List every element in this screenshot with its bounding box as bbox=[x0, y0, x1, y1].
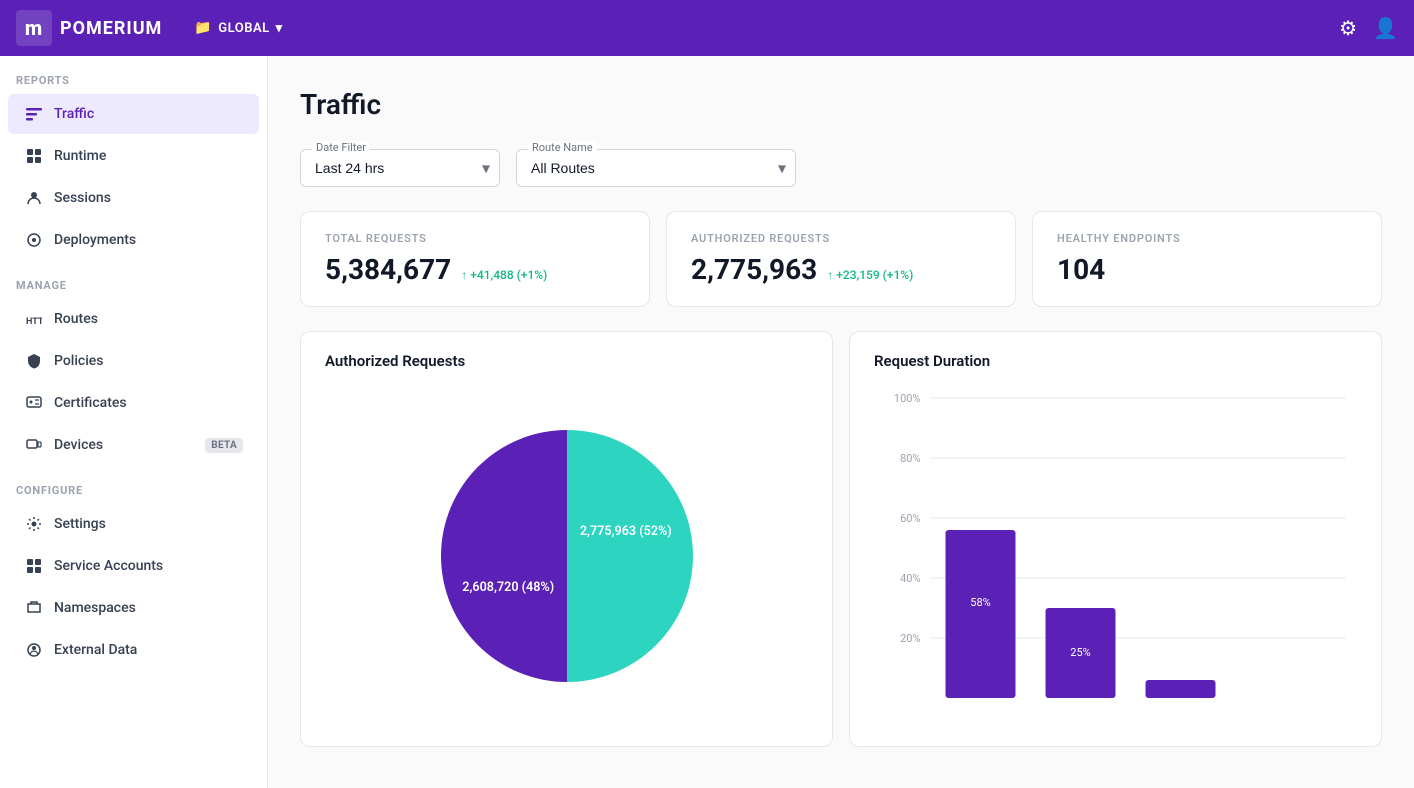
bar-chart-title: Request Duration bbox=[874, 352, 1357, 370]
svg-text:2,608,720 (48%): 2,608,720 (48%) bbox=[462, 580, 554, 595]
stat-card-authorized-requests: AUTHORIZED REQUESTS 2,775,963 ↑ +23,159 … bbox=[666, 211, 1016, 307]
external-data-icon bbox=[24, 640, 44, 660]
svg-text:58%: 58% bbox=[970, 596, 990, 609]
namespaces-icon bbox=[24, 598, 44, 618]
sidebar-item-namespaces[interactable]: Namespaces bbox=[8, 588, 259, 628]
sidebar-item-certificates-label: Certificates bbox=[54, 395, 127, 411]
logo-icon: m bbox=[16, 10, 52, 46]
nav-actions: ⚙ 👤 bbox=[1339, 16, 1398, 41]
svg-text:100%: 100% bbox=[894, 392, 921, 405]
pie-chart-container: 2,608,720 (48%) 2,775,963 (52%) bbox=[325, 386, 808, 726]
devices-beta-badge: BETA bbox=[205, 438, 243, 453]
sessions-icon bbox=[24, 188, 44, 208]
topnav: m POMERIUM 📁 GLOBAL ▾ ⚙ 👤 bbox=[0, 0, 1414, 56]
stats-row: TOTAL REQUESTS 5,384,677 ↑ +41,488 (+1%)… bbox=[300, 211, 1382, 307]
certificates-icon bbox=[24, 393, 44, 413]
configure-section-label: CONFIGURE bbox=[0, 466, 267, 503]
request-duration-chart: Request Duration 100% 80% 60% 40% 20% bbox=[849, 331, 1382, 747]
sidebar-item-settings[interactable]: Settings bbox=[8, 504, 259, 544]
sidebar-item-devices-label: Devices bbox=[54, 437, 103, 453]
svg-text:80%: 80% bbox=[900, 452, 920, 465]
stat-card-total-requests: TOTAL REQUESTS 5,384,677 ↑ +41,488 (+1%) bbox=[300, 211, 650, 307]
healthy-endpoints-value: 104 bbox=[1057, 253, 1357, 286]
user-button[interactable]: 👤 bbox=[1373, 16, 1398, 41]
global-selector[interactable]: 📁 GLOBAL ▾ bbox=[194, 20, 282, 36]
reports-section-label: REPORTS bbox=[0, 56, 267, 93]
sidebar-item-runtime[interactable]: Runtime bbox=[8, 136, 259, 176]
sidebar-item-service-accounts[interactable]: Service Accounts bbox=[8, 546, 259, 586]
sidebar-item-service-accounts-label: Service Accounts bbox=[54, 558, 163, 574]
sidebar-item-devices[interactable]: Devices BETA bbox=[8, 425, 259, 465]
svg-text:HTTP: HTTP bbox=[26, 317, 42, 327]
sidebar-item-routes[interactable]: HTTP Routes bbox=[8, 299, 259, 339]
date-filter-label: Date Filter bbox=[312, 141, 370, 154]
runtime-icon bbox=[24, 146, 44, 166]
authorized-requests-delta: ↑ +23,159 (+1%) bbox=[827, 268, 913, 282]
sidebar-item-sessions-label: Sessions bbox=[54, 190, 111, 206]
logo-text: POMERIUM bbox=[60, 18, 162, 39]
settings-nav-icon bbox=[24, 514, 44, 534]
main-content: Traffic Date Filter Last 24 hrs Last 7 d… bbox=[268, 56, 1414, 788]
folder-icon: 📁 bbox=[194, 20, 212, 36]
settings-button[interactable]: ⚙ bbox=[1339, 16, 1357, 41]
policies-icon bbox=[24, 351, 44, 371]
total-requests-label: TOTAL REQUESTS bbox=[325, 232, 625, 245]
svg-text:20%: 20% bbox=[900, 632, 920, 645]
route-filter-label: Route Name bbox=[528, 141, 597, 154]
page-title: Traffic bbox=[300, 88, 1382, 121]
charts-row: Authorized Requests 2,608,720 (48%) 2,77… bbox=[300, 331, 1382, 747]
bar-chart-svg: 100% 80% 60% 40% 20% 58% bbox=[874, 386, 1357, 706]
sidebar-item-traffic[interactable]: Traffic bbox=[8, 94, 259, 134]
logo: m POMERIUM bbox=[16, 10, 162, 46]
sidebar: REPORTS Traffic Runtime Sessions bbox=[0, 56, 268, 788]
pie-chart-svg: 2,608,720 (48%) 2,775,963 (52%) bbox=[427, 416, 707, 696]
sidebar-item-settings-label: Settings bbox=[54, 516, 106, 532]
route-filter-wrap: Route Name All Routes ▾ bbox=[516, 149, 796, 187]
sidebar-item-external-data-label: External Data bbox=[54, 642, 137, 658]
sidebar-item-deployments-label: Deployments bbox=[54, 232, 136, 248]
authorized-requests-chart: Authorized Requests 2,608,720 (48%) 2,77… bbox=[300, 331, 833, 747]
authorized-requests-value: 2,775,963 ↑ +23,159 (+1%) bbox=[691, 253, 991, 286]
chevron-down-icon: ▾ bbox=[276, 21, 283, 36]
sidebar-item-deployments[interactable]: Deployments bbox=[8, 220, 259, 260]
svg-text:m: m bbox=[25, 16, 43, 40]
sidebar-item-runtime-label: Runtime bbox=[54, 148, 106, 164]
bar-chart-container: 100% 80% 60% 40% 20% 58% bbox=[874, 386, 1357, 726]
sidebar-item-sessions[interactable]: Sessions bbox=[8, 178, 259, 218]
routes-icon: HTTP bbox=[24, 309, 44, 329]
svg-text:60%: 60% bbox=[900, 512, 920, 525]
route-filter-select[interactable]: All Routes bbox=[516, 149, 796, 187]
sidebar-item-policies[interactable]: Policies bbox=[8, 341, 259, 381]
deployments-icon bbox=[24, 230, 44, 250]
global-label: GLOBAL bbox=[218, 21, 269, 36]
pie-chart-title: Authorized Requests bbox=[325, 352, 808, 370]
date-filter-select[interactable]: Last 24 hrs Last 7 days Last 30 days bbox=[300, 149, 500, 187]
stat-card-healthy-endpoints: HEALTHY ENDPOINTS 104 bbox=[1032, 211, 1382, 307]
sidebar-item-namespaces-label: Namespaces bbox=[54, 600, 136, 616]
traffic-icon bbox=[24, 104, 44, 124]
authorized-requests-label: AUTHORIZED REQUESTS bbox=[691, 232, 991, 245]
svg-text:2,775,963 (52%): 2,775,963 (52%) bbox=[579, 524, 671, 539]
filters-row: Date Filter Last 24 hrs Last 7 days Last… bbox=[300, 149, 1382, 187]
devices-icon bbox=[24, 435, 44, 455]
svg-text:40%: 40% bbox=[900, 572, 920, 585]
sidebar-item-certificates[interactable]: Certificates bbox=[8, 383, 259, 423]
sidebar-item-traffic-label: Traffic bbox=[54, 106, 94, 122]
svg-text:25%: 25% bbox=[1070, 646, 1090, 659]
sidebar-item-external-data[interactable]: External Data bbox=[8, 630, 259, 670]
date-filter-wrap: Date Filter Last 24 hrs Last 7 days Last… bbox=[300, 149, 500, 187]
sidebar-item-routes-label: Routes bbox=[54, 311, 98, 327]
app-body: REPORTS Traffic Runtime Sessions bbox=[0, 56, 1414, 788]
manage-section-label: MANAGE bbox=[0, 261, 267, 298]
service-accounts-icon bbox=[24, 556, 44, 576]
sidebar-item-policies-label: Policies bbox=[54, 353, 104, 369]
total-requests-delta: ↑ +41,488 (+1%) bbox=[461, 268, 547, 282]
healthy-endpoints-label: HEALTHY ENDPOINTS bbox=[1057, 232, 1357, 245]
total-requests-value: 5,384,677 ↑ +41,488 (+1%) bbox=[325, 253, 625, 286]
